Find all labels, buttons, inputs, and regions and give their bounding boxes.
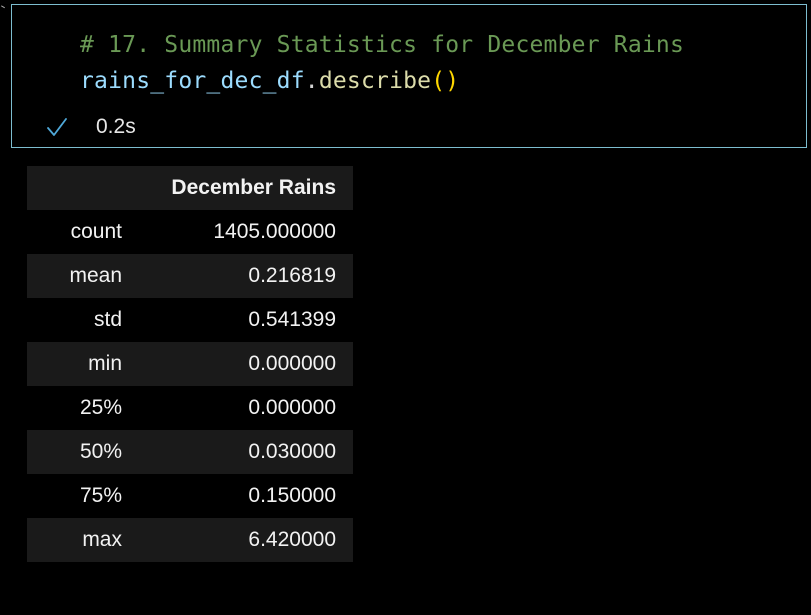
column-header-december-rains: December Rains [139, 166, 353, 210]
code-statement-line[interactable]: rains_for_dec_df.describe() [80, 67, 459, 95]
execution-status: 0.2s [46, 115, 136, 139]
index-header [27, 166, 139, 210]
row-value: 0.030000 [248, 440, 336, 463]
row-value: 0.541399 [248, 308, 336, 331]
row-index: 25% [79, 396, 122, 419]
row-index: 50% [79, 440, 122, 463]
table-row: 50% 0.030000 [27, 430, 353, 474]
code-variable: rains_for_dec_df [80, 68, 305, 94]
row-value: 1405.000000 [213, 220, 336, 243]
execution-time: 0.2s [96, 115, 136, 138]
table-row: max 6.420000 [27, 518, 353, 562]
row-value: 0.216819 [248, 264, 336, 287]
code-cell[interactable]: # 17. Summary Statistics for December Ra… [11, 4, 807, 148]
row-index: std [93, 308, 122, 331]
table-header-row: December Rains [27, 166, 353, 210]
table-row: mean 0.216819 [27, 254, 353, 298]
code-parens: () [431, 68, 460, 94]
row-index: count [70, 220, 122, 243]
describe-output-table: December Rains count 1405.000000 mean 0.… [27, 166, 353, 562]
row-index: min [88, 352, 122, 375]
row-value: 0.000000 [248, 352, 336, 375]
table-row: min 0.000000 [27, 342, 353, 386]
row-value: 0.150000 [248, 484, 336, 507]
row-index: max [82, 528, 122, 551]
row-index: 75% [79, 484, 122, 507]
row-value: 0.000000 [248, 396, 336, 419]
table-row: 25% 0.000000 [27, 386, 353, 430]
code-comment-line[interactable]: # 17. Summary Statistics for December Ra… [80, 31, 684, 59]
cell-corner-mark [0, 5, 5, 12]
check-icon [47, 118, 67, 136]
row-index: mean [69, 264, 122, 287]
table-row: count 1405.000000 [27, 210, 353, 254]
table-row: std 0.541399 [27, 298, 353, 342]
table-row: 75% 0.150000 [27, 474, 353, 518]
code-method: describe [318, 68, 432, 94]
code-dot: . [304, 68, 319, 94]
row-value: 6.420000 [248, 528, 336, 551]
